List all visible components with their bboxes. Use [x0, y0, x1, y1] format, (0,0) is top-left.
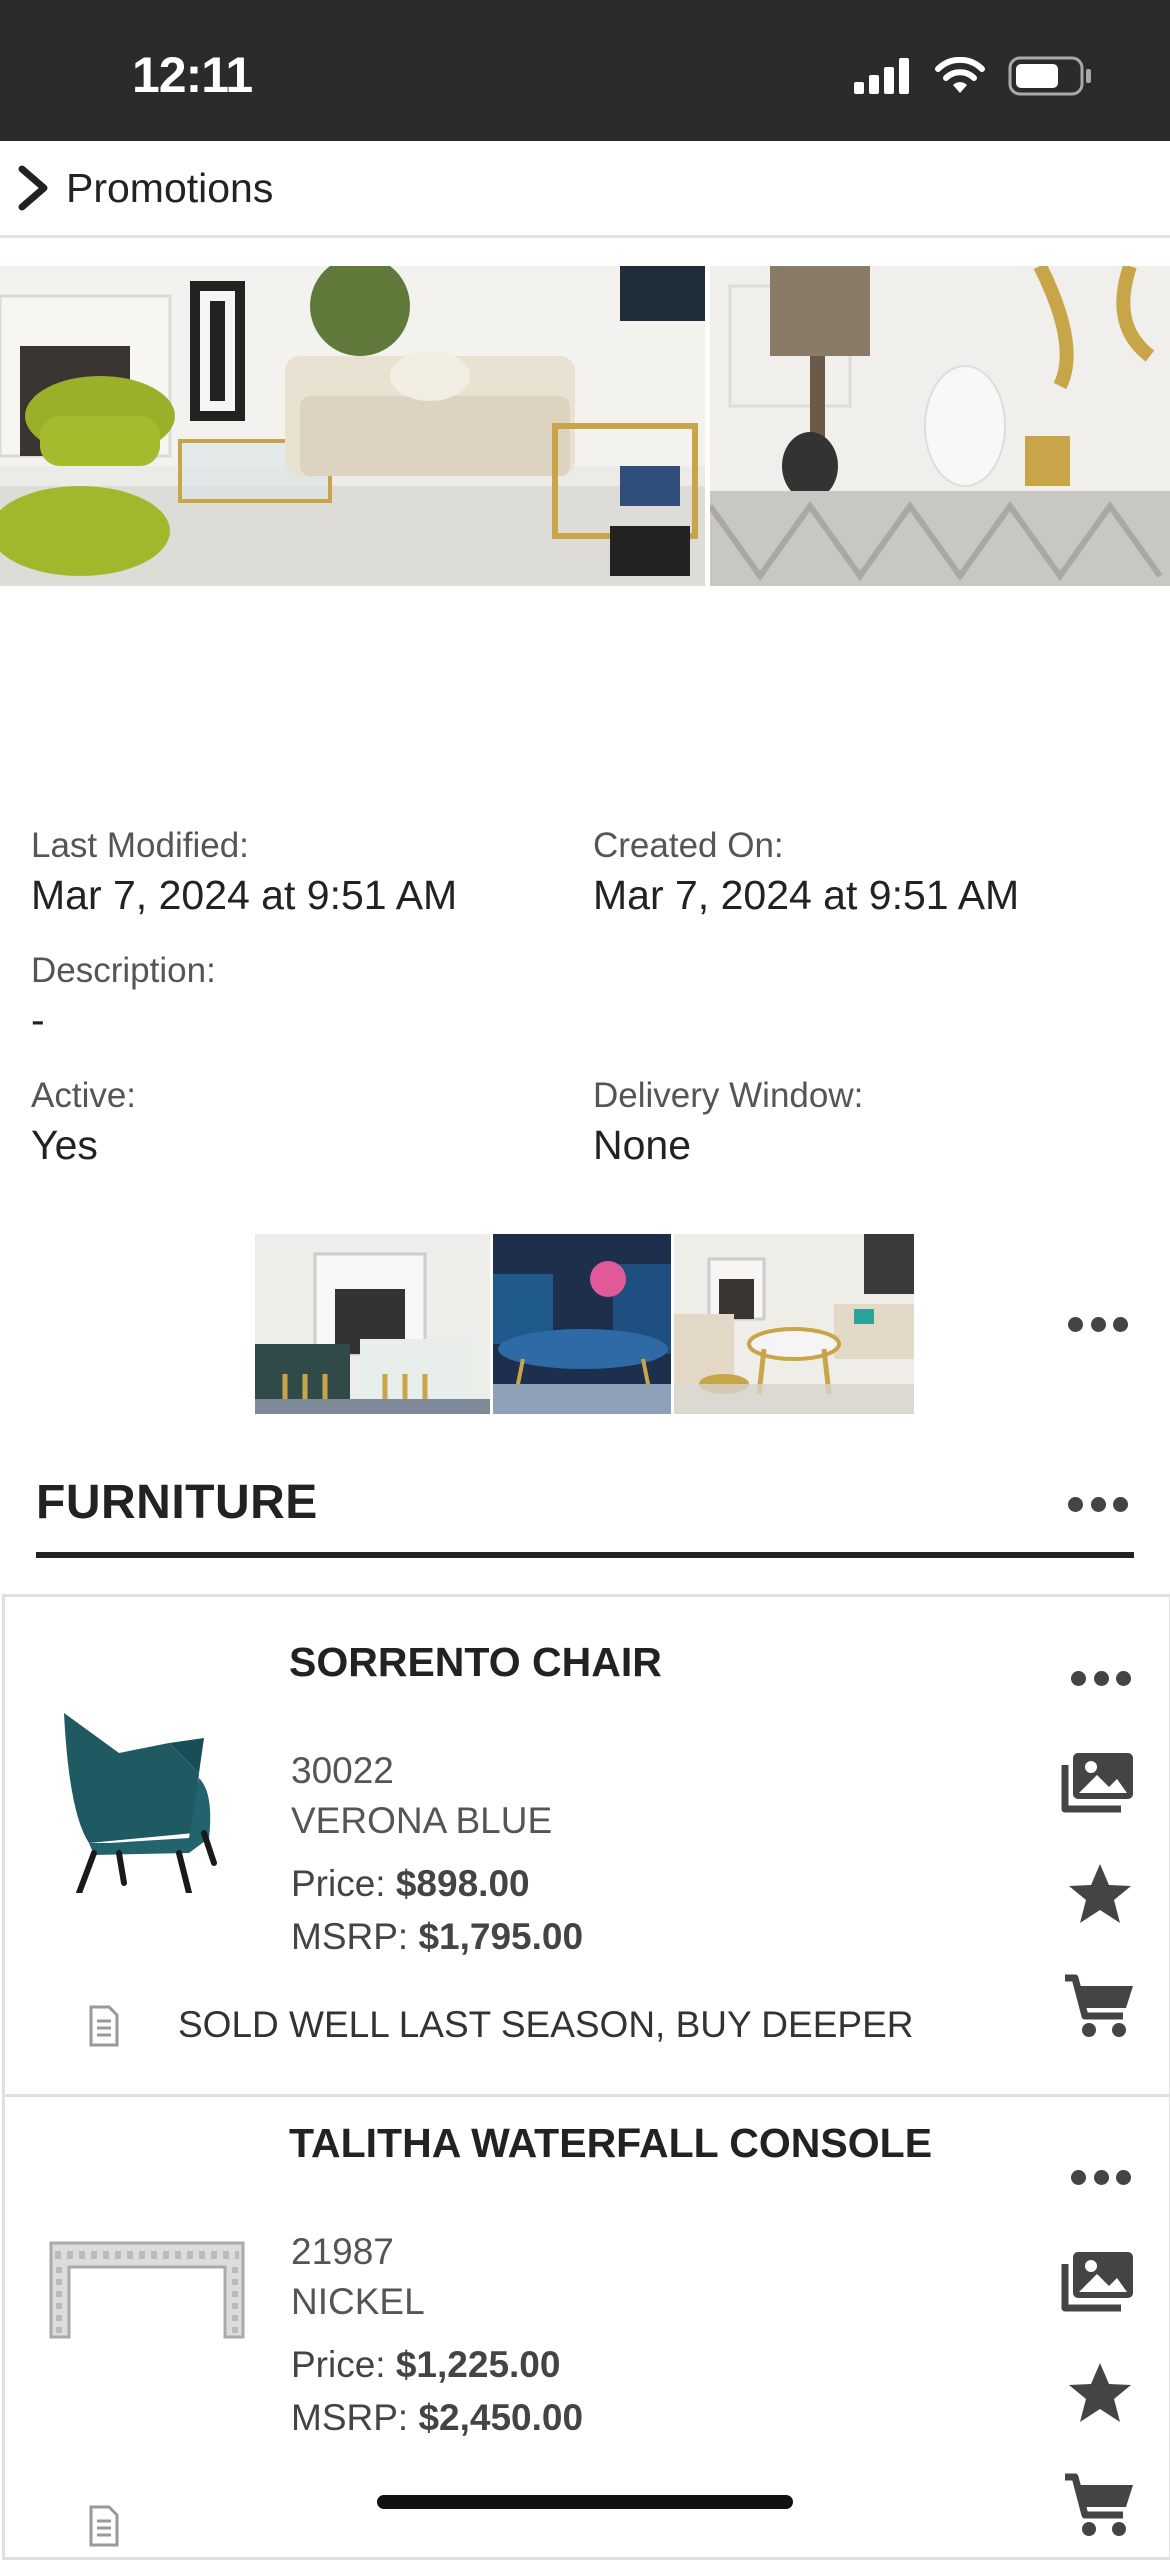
description-value: - — [31, 997, 45, 1043]
thumbnails-more-icon[interactable] — [1068, 1313, 1128, 1335]
product-color: VERONA BLUE — [291, 1800, 553, 1841]
product-more-icon[interactable] — [1071, 1667, 1131, 1689]
description: Description: - — [31, 951, 216, 1044]
product-color: NICKEL — [291, 2281, 425, 2322]
active-value: Yes — [31, 1122, 98, 1168]
created-on-value: Mar 7, 2024 at 9:51 AM — [593, 872, 1020, 918]
star-icon[interactable] — [1067, 1862, 1133, 1926]
msrp-label: MSRP: — [291, 2397, 409, 2438]
product-image[interactable] — [49, 1693, 249, 1893]
product-note: SOLD WELL LAST SEASON, BUY DEEPER — [178, 2004, 914, 2045]
status-time: 12:11 — [132, 47, 253, 103]
delivery-window: Delivery Window: None — [593, 1076, 863, 1169]
msrp-value: $1,795.00 — [418, 1916, 584, 1957]
product-name[interactable]: TALITHA WATERFALL CONSOLE — [289, 2120, 932, 2167]
product-card[interactable]: TALITHA WATERFALL CONSOLE 21987 NICKEL P… — [2, 2094, 1170, 2560]
delivery-window-label: Delivery Window: — [593, 1076, 864, 1115]
hero-image-console[interactable] — [710, 266, 1170, 586]
price-value: $1,225.00 — [395, 2344, 561, 2385]
battery-icon — [1008, 56, 1091, 96]
description-label: Description: — [31, 951, 216, 990]
product-name[interactable]: SORRENTO CHAIR — [289, 1639, 662, 1686]
cart-icon[interactable] — [1063, 2473, 1135, 2539]
signal-icon — [854, 58, 909, 94]
note-icon — [89, 2005, 119, 2047]
product-msrp: MSRP: $1,795.00 — [291, 1916, 583, 1958]
home-indicator[interactable] — [377, 2495, 793, 2509]
last-modified: Last Modified: Mar 7, 2024 at 9:51 AM — [31, 826, 457, 919]
product-msrp: MSRP: $2,450.00 — [291, 2397, 583, 2439]
star-icon[interactable] — [1067, 2361, 1133, 2425]
product-price: Price: $898.00 — [291, 1863, 530, 1905]
gallery-icon[interactable] — [1061, 2250, 1137, 2314]
hero-image-living-room[interactable] — [0, 266, 705, 586]
last-modified-label: Last Modified: — [31, 826, 249, 865]
product-image[interactable] — [47, 2237, 247, 2347]
product-sku: 21987 — [291, 2231, 394, 2272]
thumbnail-image[interactable] — [255, 1234, 490, 1414]
status-icons — [854, 56, 1092, 96]
msrp-value: $2,450.00 — [418, 2397, 584, 2438]
cart-icon[interactable] — [1063, 1974, 1135, 2040]
section-title: FURNITURE — [36, 1476, 318, 1529]
promotion-thumbnails — [255, 1234, 914, 1414]
price-value: $898.00 — [395, 1863, 530, 1904]
price-label: Price: — [291, 1863, 386, 1904]
created-on-label: Created On: — [593, 826, 784, 865]
product-price: Price: $1,225.00 — [291, 2344, 560, 2386]
chevron-right-icon[interactable] — [14, 165, 54, 211]
product-card[interactable]: SORRENTO CHAIR 30022 VERONA BLUE Price: … — [2, 1594, 1170, 2097]
price-label: Price: — [291, 2344, 386, 2385]
delivery-window-value: None — [593, 1122, 692, 1168]
product-sku: 30022 — [291, 1750, 394, 1791]
status-bar: 12:11 — [0, 0, 1170, 141]
gallery-icon[interactable] — [1061, 1751, 1137, 1815]
nav-bar: Promotions — [0, 141, 1170, 238]
section-divider — [36, 1552, 1134, 1558]
last-modified-value: Mar 7, 2024 at 9:51 AM — [31, 872, 458, 918]
thumbnail-image[interactable] — [674, 1234, 914, 1414]
thumbnail-image[interactable] — [493, 1234, 671, 1414]
msrp-label: MSRP: — [291, 1916, 409, 1957]
section-more-icon[interactable] — [1068, 1493, 1128, 1515]
created-on: Created On: Mar 7, 2024 at 9:51 AM — [593, 826, 1019, 919]
active: Active: Yes — [31, 1076, 136, 1169]
wifi-icon — [935, 57, 985, 93]
product-more-icon[interactable] — [1071, 2166, 1131, 2188]
note-icon — [89, 2505, 119, 2547]
nav-title[interactable]: Promotions — [66, 165, 273, 212]
active-label: Active: — [31, 1076, 137, 1115]
